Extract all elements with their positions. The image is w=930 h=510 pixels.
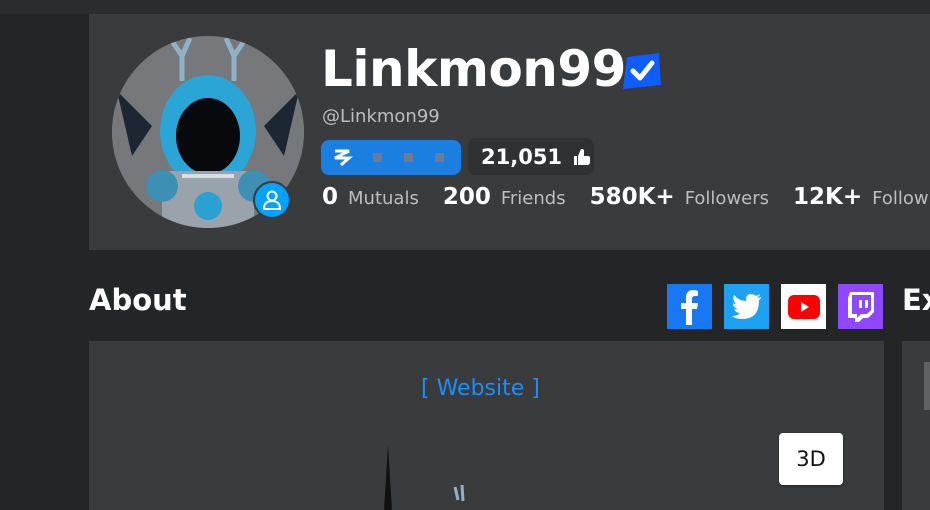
premium-icon: [334, 149, 353, 166]
twitch-icon: [847, 291, 874, 322]
stat-label: Friends: [500, 188, 566, 209]
stat-value: 200: [442, 184, 491, 210]
stat-following[interactable]: 12K+ Following: [793, 184, 930, 210]
presence-badge: [253, 181, 291, 219]
rank-dot: [373, 153, 382, 162]
view-3d-button[interactable]: 3D: [779, 433, 843, 485]
youtube-link[interactable]: [781, 284, 826, 329]
premium-badge[interactable]: [321, 140, 461, 175]
username: @Linkmon99: [322, 106, 440, 127]
experiences-heading: Ex: [902, 283, 930, 317]
stat-friends[interactable]: 200 Friends: [443, 184, 566, 210]
rank-dot: [404, 153, 413, 162]
stat-label: Followers: [684, 188, 770, 209]
rank-dot: [435, 153, 444, 162]
twitch-link[interactable]: [838, 284, 883, 329]
facebook-icon: [680, 289, 698, 325]
likes-counter[interactable]: 21,051: [468, 138, 594, 175]
stat-mutuals[interactable]: 0 Mutuals: [322, 184, 419, 210]
website-link[interactable]: [ Website ]: [421, 376, 540, 401]
verified-icon: [623, 53, 661, 89]
top-bar: [0, 0, 930, 14]
stat-label: Mutuals: [348, 188, 419, 209]
presence-user-icon: [262, 190, 282, 210]
stat-followers[interactable]: 580K+ Followers: [590, 184, 769, 210]
likes-count: 21,051: [481, 144, 563, 169]
avatar-3d-model-preview: [384, 445, 465, 510]
twitter-icon: [731, 293, 761, 319]
display-name: Linkmon99: [321, 40, 626, 98]
twitter-link[interactable]: [724, 284, 769, 329]
profile-stats: 0 Mutuals 200 Friends 580K+ Followers 12…: [322, 184, 930, 218]
thumbs-up-icon: [574, 148, 591, 165]
stat-value: 12K+: [793, 184, 863, 210]
stat-value: 0: [322, 184, 339, 210]
youtube-icon: [787, 294, 820, 319]
experiences-thumbnail[interactable]: [924, 362, 930, 410]
about-heading: About: [89, 283, 187, 317]
stat-value: 580K+: [589, 184, 675, 210]
facebook-link[interactable]: [667, 284, 712, 329]
stat-label: Following: [872, 188, 930, 209]
